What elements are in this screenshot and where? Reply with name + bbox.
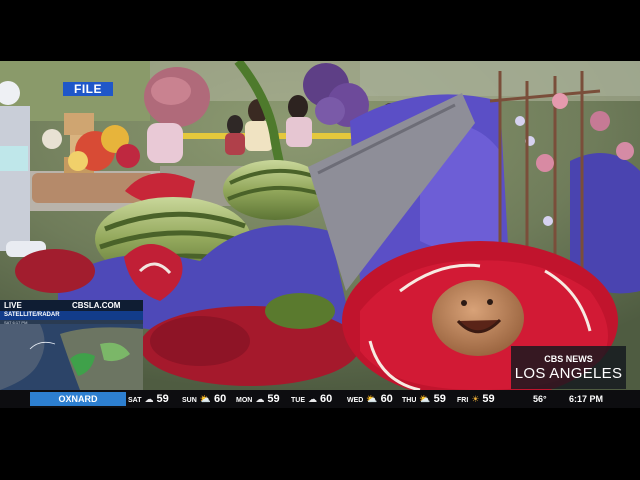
forecast-day-label: SAT: [128, 397, 142, 404]
live-weather-inset: LIVE CBSLA.COM SATELLITE/RADAR SAT 6:17 …: [0, 300, 143, 390]
sun-cloud-icon: ⛅: [419, 394, 431, 404]
forecast-day-label: TUE: [291, 397, 305, 404]
forecast-day-label: WED: [347, 397, 364, 404]
sun-cloud-icon: ⛅: [366, 394, 378, 404]
cloud-icon: ☁: [255, 394, 265, 404]
station-logo: CBS NEWS LOS ANGELES: [511, 346, 626, 389]
clock: 6:17 PM: [569, 394, 604, 404]
forecast-day: THU ⛅ 59: [402, 392, 446, 406]
forecast-day-label: THU: [402, 397, 417, 404]
letterbox-bottom: [0, 408, 640, 480]
forecast-day-label: SUN: [182, 397, 197, 404]
forecast-day-label: FRI: [457, 397, 469, 404]
forecast-day-label: MON: [236, 397, 253, 404]
ticker-location: OXNARD: [30, 392, 126, 406]
weather-ticker: OXNARD SAT ☁ 59 SUN ⛅ 60 MON ☁ 59 TUE ☁ 60 WED ⛅ 6…: [0, 390, 640, 408]
live-label: LIVE: [4, 301, 22, 310]
forecast-day: MON ☁ 59: [236, 392, 280, 406]
forecast-temp: 59: [482, 393, 495, 405]
forecast-day: SAT ☁ 59: [128, 392, 169, 406]
forecast-temp: 59: [156, 393, 169, 405]
forecast-day: TUE ☁ 60: [291, 392, 332, 406]
cloud-icon: ☁: [144, 394, 154, 404]
forecast-temp: 59: [433, 393, 446, 405]
forecast-temp: 59: [267, 393, 280, 405]
forecast-temp: 60: [214, 393, 227, 405]
satellite-radar-bar: SATELLITE/RADAR: [0, 311, 143, 320]
forecast-temp: 60: [380, 393, 393, 405]
forecast-day: WED ⛅ 60: [347, 392, 393, 406]
forecast-day: SUN ⛅ 60: [182, 392, 226, 406]
live-header: LIVE CBSLA.COM: [0, 300, 143, 311]
sun-icon: ☀: [471, 394, 480, 404]
letterbox-top: [0, 0, 640, 61]
radar-map: [0, 324, 143, 390]
file-footage-badge: FILE: [63, 82, 113, 96]
panel-label: SATELLITE/RADAR: [4, 312, 60, 318]
city-label: LOS ANGELES: [514, 365, 623, 382]
current-temperature: 56°: [533, 394, 547, 404]
forecast-day: FRI ☀ 59: [457, 392, 495, 406]
forecast-temp: 60: [320, 393, 333, 405]
sun-cloud-icon: ⛅: [199, 394, 211, 404]
site-label: CBSLA.COM: [72, 301, 121, 310]
network-label: CBS NEWS: [544, 354, 593, 364]
cloud-icon: ☁: [308, 394, 317, 404]
